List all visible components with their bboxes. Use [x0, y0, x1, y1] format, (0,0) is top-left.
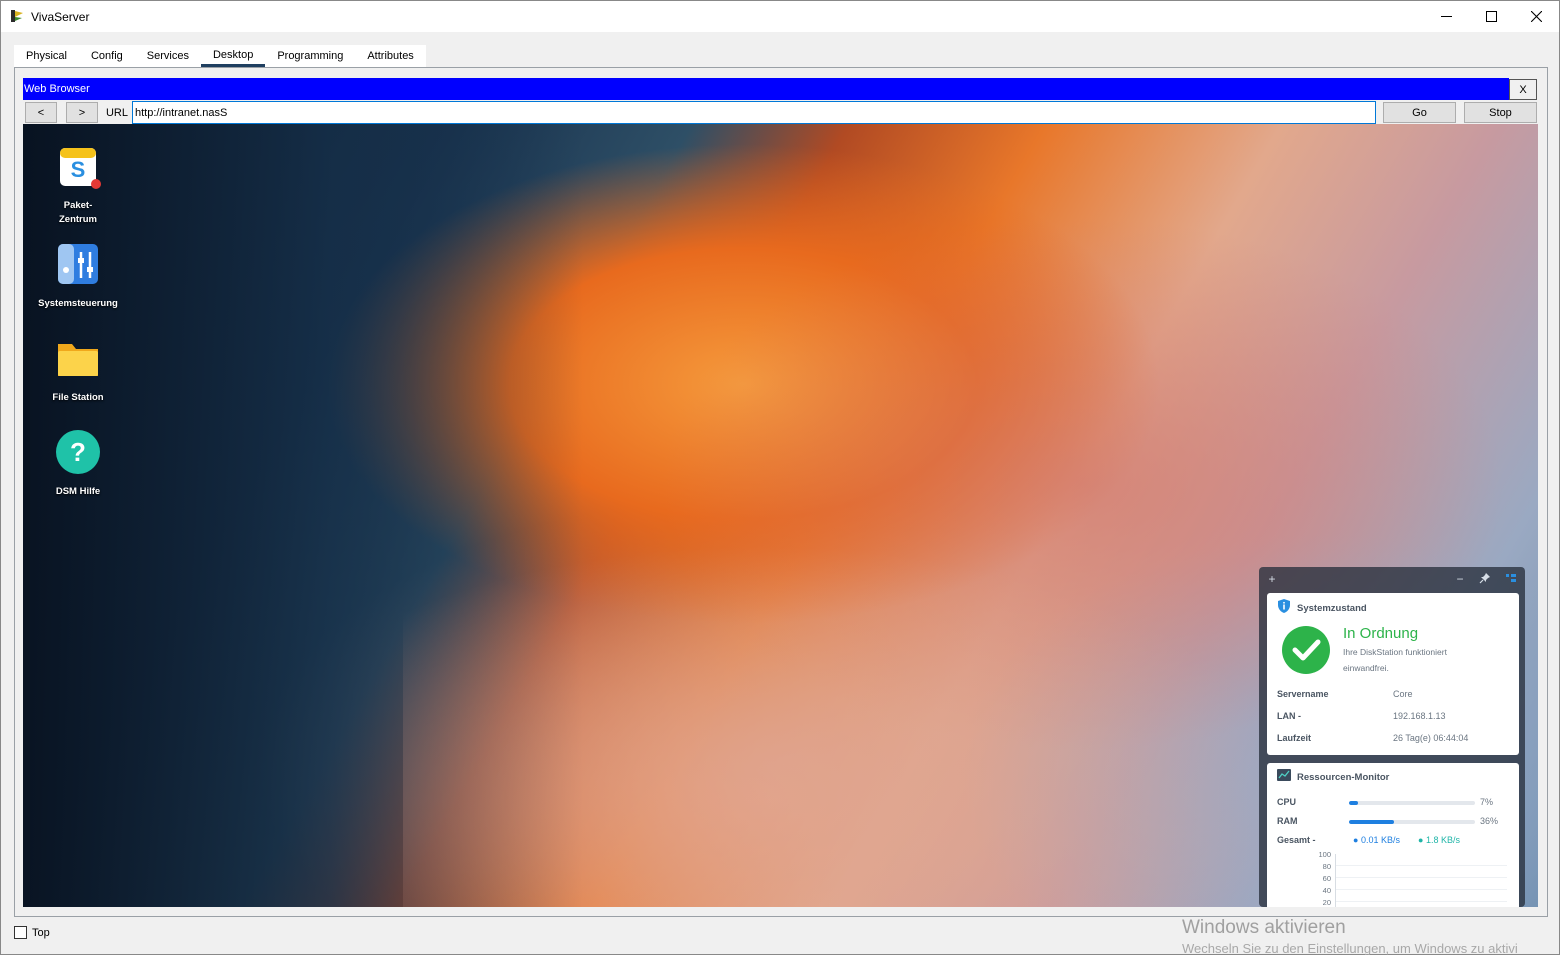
desktop-icon-label: Systemsteuerung — [38, 298, 118, 309]
ram-value: 36% — [1480, 816, 1499, 826]
tab-programming[interactable]: Programming — [265, 45, 356, 67]
ram-label: RAM — [1277, 816, 1298, 826]
desktop-icon-label: File Station — [52, 392, 104, 403]
info-shield-icon — [1278, 599, 1290, 613]
minimize-icon — [1440, 16, 1452, 17]
app-icon — [11, 10, 23, 22]
tab-services[interactable]: Services — [134, 45, 201, 67]
system-status-message: einwandfrei. — [1343, 663, 1389, 673]
add-widget-icon[interactable]: + — [1265, 572, 1279, 586]
activation-watermark-title: Windows aktivieren — [1182, 917, 1346, 938]
top-checkbox-label: Top — [32, 927, 50, 939]
servername-label: Servername — [1277, 689, 1329, 699]
chart-axis-label: 60 — [1322, 874, 1331, 883]
folder-icon — [58, 344, 98, 376]
cpu-value: 7% — [1480, 797, 1494, 807]
minimize-button[interactable] — [1423, 1, 1469, 32]
back-button[interactable]: < — [25, 102, 57, 123]
application-window: VivaServer Physical Config Services Desk… — [0, 0, 1560, 955]
tab-config[interactable]: Config — [78, 45, 135, 67]
maximize-button[interactable] — [1468, 1, 1514, 32]
tab-physical[interactable]: Physical — [14, 45, 79, 67]
go-button[interactable]: Go — [1383, 102, 1456, 123]
tab-attributes[interactable]: Attributes — [355, 45, 426, 67]
resource-monitor-icon — [1277, 769, 1291, 781]
resource-monitor-card: Ressourcen-Monitor CPU 7% RAM 36% Gesamt… — [1267, 763, 1519, 907]
desktop-icon-label: Zentrum — [59, 214, 97, 225]
lan-label[interactable]: LAN - — [1277, 711, 1301, 721]
cpu-bar-fill — [1349, 801, 1358, 805]
upload-rate: ● 0.01 KB/s — [1353, 835, 1400, 845]
window-title: VivaServer — [31, 10, 90, 24]
lan-value: 192.168.1.13 — [1393, 711, 1446, 721]
download-rate-value: 1.8 KB/s — [1425, 835, 1460, 845]
ram-bar-fill — [1349, 820, 1395, 824]
stop-button[interactable]: Stop — [1464, 102, 1537, 123]
tab-desktop[interactable]: Desktop — [200, 45, 266, 67]
system-status-card: Systemzustand In Ordnung Ihre DiskStatio… — [1267, 593, 1519, 755]
forward-button[interactable]: > — [66, 102, 98, 123]
widget-settings-icon[interactable] — [1504, 572, 1518, 586]
system-status-title: Systemzustand — [1297, 603, 1367, 614]
widget-panel: + − Systemzustand In Ordnung Ihre DiskSt… — [1259, 567, 1525, 907]
svg-text:S: S — [71, 157, 86, 182]
download-rate: ● 1.8 KB/s — [1418, 835, 1460, 845]
desktop-icon-control-panel[interactable]: Systemsteuerung — [23, 240, 133, 311]
system-status-message: Ihre DiskStation funktioniert — [1343, 647, 1447, 657]
title-bar: VivaServer — [1, 1, 1559, 32]
close-button[interactable] — [1513, 1, 1559, 32]
system-status-value: In Ordnung — [1343, 625, 1419, 642]
browser-title-bar: Web Browser — [23, 78, 1509, 100]
chart-axis-label: 40 — [1322, 886, 1331, 895]
widget-panel-toolbar: + − — [1259, 567, 1525, 591]
help-icon: ? — [56, 430, 100, 474]
cpu-label: CPU — [1277, 797, 1297, 807]
network-chart — [1335, 854, 1507, 907]
browser-viewport: S Paket- Zentrum Systemsteuerung File St… — [23, 124, 1538, 907]
desktop-icon-package-center[interactable]: S Paket- Zentrum — [23, 142, 133, 227]
maximize-icon — [1485, 11, 1497, 22]
uptime-value: 26 Tag(e) 06:44:04 — [1393, 733, 1469, 743]
desktop-icon-dsm-help[interactable]: ? DSM Hilfe — [23, 428, 133, 499]
chart-axis-label: 100 — [1318, 850, 1331, 859]
cpu-bar — [1349, 801, 1475, 805]
package-center-icon: S — [60, 148, 101, 189]
activation-watermark-text: Wechseln Sie zu den Einstellungen, um Wi… — [1182, 941, 1518, 955]
servername-value: Core — [1393, 689, 1413, 699]
status-ok-icon — [1282, 626, 1330, 674]
svg-text:?: ? — [70, 437, 86, 467]
wallpaper-highlight — [403, 544, 1303, 907]
url-input[interactable] — [132, 101, 1376, 124]
browser-close-button[interactable]: X — [1509, 79, 1537, 100]
control-panel-icon — [58, 244, 98, 284]
minimize-widget-icon[interactable]: − — [1453, 572, 1467, 586]
desktop-icon-label: Paket- — [63, 200, 93, 211]
uptime-label: Laufzeit — [1277, 733, 1312, 743]
close-icon — [1530, 11, 1542, 22]
chart-axis-label: 80 — [1322, 862, 1331, 871]
resource-monitor-title: Ressourcen-Monitor — [1297, 772, 1390, 783]
pin-icon[interactable] — [1478, 572, 1492, 586]
tab-bar: Physical Config Services Desktop Program… — [14, 45, 426, 67]
upload-rate-value: 0.01 KB/s — [1360, 835, 1400, 845]
url-label: URL — [105, 106, 128, 119]
network-total-label[interactable]: Gesamt - — [1277, 835, 1316, 845]
desktop-icon-label: DSM Hilfe — [55, 486, 101, 497]
desktop-icon-file-station[interactable]: File Station — [23, 334, 133, 405]
ram-bar — [1349, 820, 1475, 824]
chart-axis-label: 20 — [1322, 898, 1331, 907]
top-checkbox[interactable] — [14, 926, 27, 939]
